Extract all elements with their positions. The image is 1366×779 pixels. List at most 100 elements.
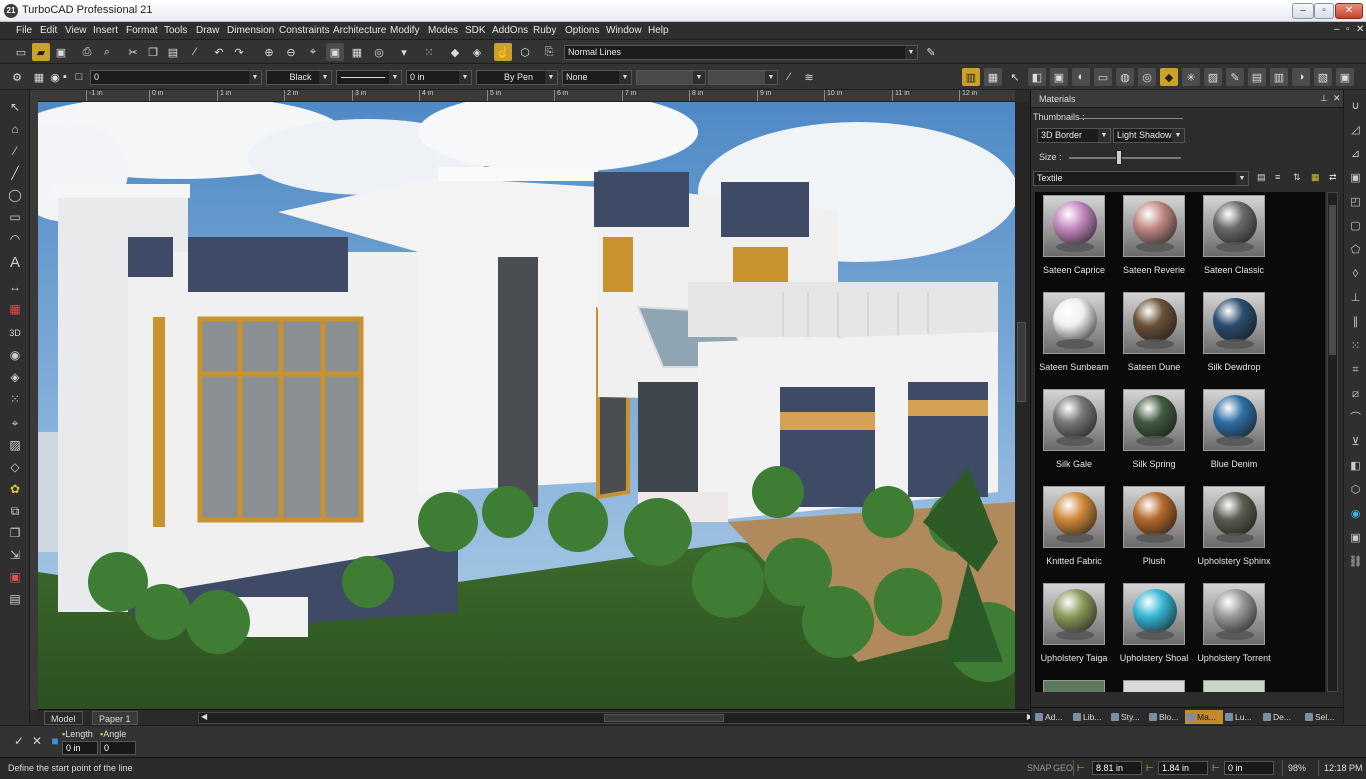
layers-icon[interactable]: ▦ [30,68,48,86]
palette-icon[interactable]: ◑ [1292,68,1310,86]
snap-vertex-icon[interactable]: ◿ [1347,122,1364,139]
visibility-eye-icon[interactable]: ◉ [50,68,60,86]
circle-icon[interactable]: ◯ [6,186,24,204]
menu-options[interactable]: Options [565,25,599,36]
layer-stack-icon[interactable]: ≋ [800,68,818,86]
menu-draw[interactable]: Draw [196,25,219,36]
material-item[interactable]: Silk Gale [1035,386,1113,478]
save-icon[interactable]: ▣ [52,43,70,61]
material-item[interactable]: Plush [1115,483,1193,575]
menu-architecture[interactable]: Architecture [333,25,386,36]
line-icon[interactable]: ⁄ [6,142,24,160]
script-icon[interactable]: ▧ [1314,68,1332,86]
line-width-select[interactable]: 0 in ▼ [406,70,472,85]
palette-tab-luminances[interactable]: Lu... [1223,710,1261,724]
open-folder-icon[interactable]: ▰ [32,43,50,61]
snap-toggle[interactable]: SNAP [1027,760,1052,777]
menu-format[interactable]: Format [126,25,158,36]
material-item[interactable]: Upholstery Shoal [1115,580,1193,672]
snap-grid-icon[interactable]: ⁙ [1347,338,1364,355]
select-arrow-icon[interactable]: ↖ [1006,68,1024,86]
viewport-horizontal-scrollbar[interactable]: ◀ ▶ [198,712,1036,724]
material-item[interactable]: Upholstery Torrent [1195,580,1273,672]
material-item[interactable]: Sateen Classic [1195,192,1273,284]
insert-object-icon[interactable]: ▣ [6,568,24,586]
snap-percent-icon[interactable]: ⧄ [1347,386,1364,403]
transform-icon[interactable]: ⧉ [6,502,24,520]
paste-icon[interactable]: ▤ [164,43,182,61]
material-item[interactable]: Blue Denim [1195,386,1273,478]
text-icon[interactable]: A [6,254,24,272]
menu-window[interactable]: Window [606,25,642,36]
snap-align-icon[interactable]: ⊻ [1347,434,1364,451]
fill-select[interactable]: None ▼ [562,70,632,85]
pen-tool-icon[interactable]: ✎ [1226,68,1244,86]
new-file-icon[interactable]: ▭ [12,43,30,61]
mdi-minimize-icon[interactable]: – [1334,24,1340,35]
surface-icon[interactable]: ◈ [6,368,24,386]
snap-nearest-icon[interactable]: ◊ [1347,266,1364,283]
y-coordinate[interactable]: 1.84 in [1158,761,1208,775]
cancel-icon[interactable]: ✕ [28,732,46,750]
palette-tab-blocks[interactable]: Blo... [1147,710,1185,724]
menu-sdk[interactable]: SDK [465,25,486,36]
snap-magnetic-icon[interactable]: ⌒ [1347,410,1364,427]
material-item[interactable]: Sateen Sunbeam [1035,289,1113,381]
material-item[interactable]: Silk Spring [1115,386,1193,478]
lock-icon[interactable]: ▪ [60,68,70,86]
zoom-in-icon[interactable]: ⊕ [260,43,278,61]
eraser-icon[interactable]: ◇ [6,458,24,476]
menu-edit[interactable]: Edit [40,25,57,36]
material-item[interactable]: Upholstery Sphinx [1195,483,1273,575]
material-item-partial[interactable] [1115,677,1193,692]
flower-icon[interactable]: ✿ [6,480,24,498]
z-coordinate[interactable]: 0 in [1224,761,1274,775]
color-select[interactable]: Black ▼ [266,70,332,85]
camera-icon[interactable]: ▣ [1050,68,1068,86]
copy-icon[interactable]: ❐ [144,43,162,61]
measure-icon[interactable]: ▨ [6,436,24,454]
line-style-select[interactable]: Normal Lines ▼ [564,45,918,60]
mesh-icon[interactable]: ⁙ [6,390,24,408]
line-pattern-select[interactable]: ▼ [336,70,402,85]
aec-icon[interactable]: ▾ [395,43,413,61]
sphere-icon[interactable]: ◉ [6,346,24,364]
menu-modify[interactable]: Modify [390,25,419,36]
material-item[interactable]: Sateen Caprice [1035,192,1113,284]
material-thumbnail-view-icon[interactable]: ▦ [1311,172,1320,183]
redo-icon[interactable]: ↷ [230,43,248,61]
snap-quadrant-icon[interactable]: ◰ [1347,194,1364,211]
material-item[interactable]: Sateen Reverie [1115,192,1193,284]
document-icon[interactable]: ▤ [1248,68,1266,86]
print-preview-icon[interactable]: ⌕ [98,43,116,61]
panel-close-icon[interactable]: ✕ [1333,93,1341,104]
image-icon[interactable]: ▨ [1204,68,1222,86]
zoom-window-icon[interactable]: ▣ [326,43,344,61]
pin-icon[interactable]: ⊥ [1320,93,1328,104]
zoom-out-icon[interactable]: ⊖ [282,43,300,61]
zoom-all-icon[interactable]: ◎ [370,43,388,61]
material-list-icon[interactable]: ≡ [1275,172,1280,182]
length-input[interactable]: 0 in [62,741,98,755]
selection-info-icon[interactable]: ☝ [494,43,512,61]
material-item[interactable]: Upholstery Taiga [1035,580,1113,672]
layer-select[interactable]: 0 ▼ [90,70,262,85]
help-book-icon[interactable]: ▣ [1336,68,1354,86]
material-sort-icon[interactable]: ⇅ [1293,172,1301,183]
menu-view[interactable]: View [65,25,87,36]
zoom-extents-icon[interactable]: ⌖ [304,43,322,61]
symbol-icon[interactable]: ▤ [6,590,24,608]
palette-tab-attributes[interactable]: Ad... [1033,710,1071,724]
monitor-icon[interactable]: ▭ [1094,68,1112,86]
blocks-icon[interactable]: ▦ [984,68,1002,86]
geo-toggle[interactable]: GEO [1053,760,1073,777]
drawing-viewport[interactable] [38,102,1015,709]
palette-tab-styles[interactable]: Sty... [1109,710,1147,724]
snap-perpendicular-icon[interactable]: ⊥ [1347,290,1364,307]
material-item-partial[interactable] [1195,677,1273,692]
snap-middle-icon[interactable]: ⊿ [1347,146,1364,163]
arc-icon[interactable]: ◠ [6,230,24,248]
menu-tools[interactable]: Tools [164,25,187,36]
polyline-icon[interactable]: ╱ [6,164,24,182]
mdi-close-icon[interactable]: ✕ [1356,24,1364,35]
